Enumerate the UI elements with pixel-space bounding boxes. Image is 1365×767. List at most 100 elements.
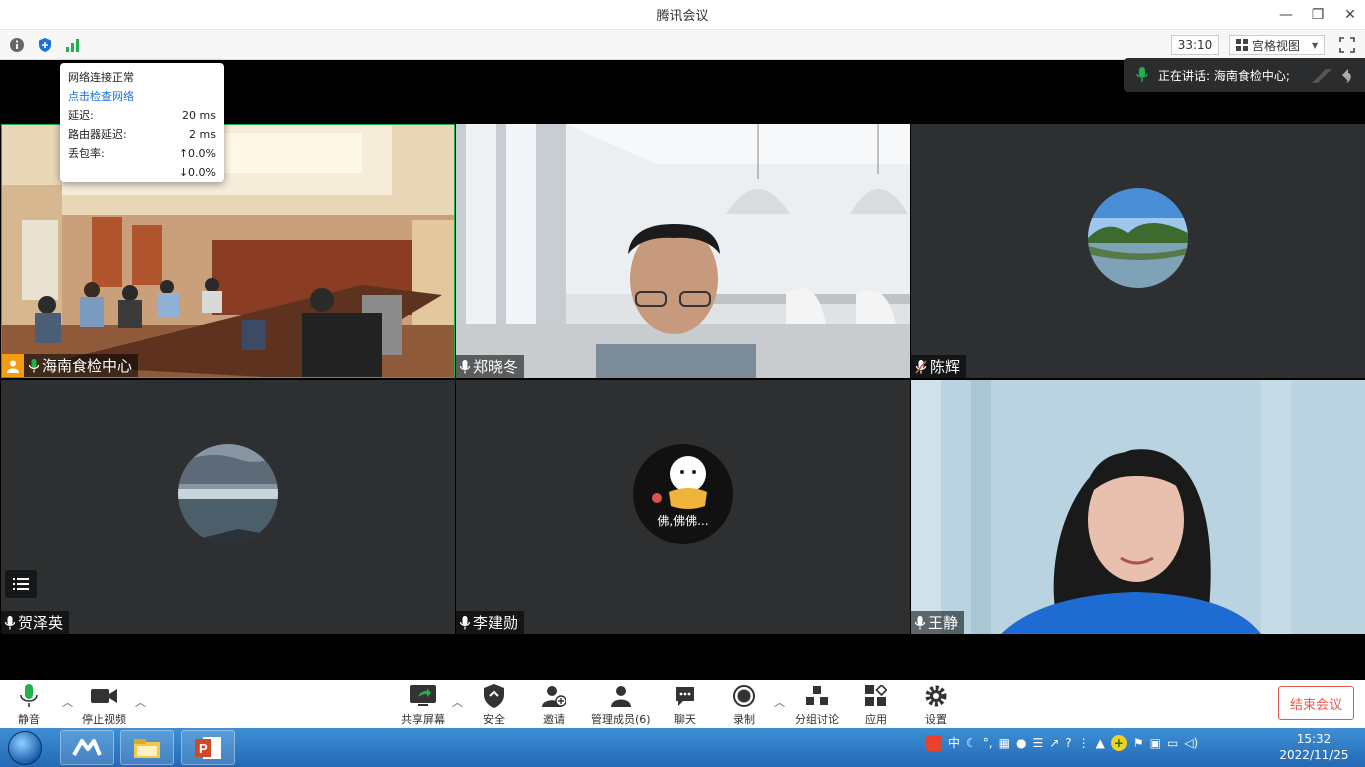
minimize-icon[interactable]: — xyxy=(1279,7,1293,23)
fullscreen-icon[interactable] xyxy=(1338,36,1356,54)
sogou-ime-icon[interactable] xyxy=(926,734,942,751)
close-icon[interactable]: ✕ xyxy=(1343,7,1357,23)
add-user-icon xyxy=(542,684,566,708)
share-options-chevron-icon[interactable]: ︿ xyxy=(452,694,463,710)
window-title: 腾讯会议 xyxy=(656,9,709,24)
members-icon xyxy=(610,684,632,708)
host-icon xyxy=(2,354,24,377)
powerpoint-taskbar-icon[interactable]: P xyxy=(181,730,235,765)
tray-settings-icon[interactable]: ⋮ xyxy=(1078,736,1090,750)
meeting-toolbar: 静音 ︿ 停止视频 ︿ 共享屏幕 ︿ 安全 邀请 管理成员(6) 聊天 录制 ︿… xyxy=(0,680,1365,728)
manage-members-button[interactable]: 管理成员(6) xyxy=(591,684,651,727)
network-status-tooltip: 网络连接正常 点击检查网络 延迟: 20 ms 路由器延迟: 2 ms 丢包率: ↑0… xyxy=(60,63,224,182)
router-latency-row: 路由器延迟: 2 ms xyxy=(68,128,216,141)
tencent-meeting-taskbar-icon[interactable] xyxy=(60,730,114,765)
start-button-icon[interactable] xyxy=(8,731,42,765)
video-options-chevron-icon[interactable]: ︿ xyxy=(135,694,146,710)
packet-loss-up-row: 丢包率: ↑0.0% xyxy=(68,147,216,160)
svg-text:P: P xyxy=(199,741,208,756)
restore-icon[interactable]: ❐ xyxy=(1311,7,1325,23)
participant-name-tag: 王静 xyxy=(911,611,965,634)
volume-icon[interactable]: ◁) xyxy=(1184,736,1198,750)
security-button[interactable]: 安全 xyxy=(483,684,505,727)
speaking-indicator: 正在讲话: 海南食检中心; xyxy=(1124,58,1365,92)
chevron-down-icon: ▼ xyxy=(1312,40,1319,50)
system-tray: 中 ☾ °, ▦ ● ☰ ↗ ? ⋮ ▲ + ⚑ ▣ ▭ ◁) xyxy=(926,734,1198,751)
microphone-icon xyxy=(20,684,38,708)
camera-icon xyxy=(91,684,117,708)
clock-time: 15:32 xyxy=(1296,732,1332,746)
gear-icon xyxy=(925,684,947,708)
avatar xyxy=(1088,188,1188,288)
video-tile-6[interactable]: 王静 xyxy=(911,380,1365,634)
video-tile-2[interactable]: 郑晓冬 xyxy=(456,124,910,378)
chat-icon xyxy=(674,684,696,708)
network-icon[interactable]: ▭ xyxy=(1167,736,1178,750)
info-icon[interactable] xyxy=(8,36,26,54)
punctuation-icon[interactable]: °, xyxy=(983,736,993,750)
check-network-link[interactable]: 点击检查网络 xyxy=(68,87,216,106)
microphone-icon xyxy=(915,615,925,629)
windows-taskbar: P 中 ☾ °, ▦ ● ☰ ↗ ? ⋮ ▲ + ⚑ ▣ ▭ ◁) 15:32 … xyxy=(0,728,1365,767)
microphone-icon xyxy=(1136,67,1148,82)
microphone-icon xyxy=(29,358,39,372)
participant-name-tag: 陈辉 xyxy=(911,355,967,378)
participant-video xyxy=(911,380,1365,634)
info-bar: 33:10 宫格视图 ▼ xyxy=(0,30,1365,60)
chat-button[interactable]: 聊天 xyxy=(674,684,696,727)
keyboard-icon[interactable]: ▦ xyxy=(999,736,1010,750)
breakout-rooms-button[interactable]: 分组讨论 xyxy=(795,684,839,727)
taskbar-clock[interactable]: 15:32 2022/11/25 xyxy=(1276,731,1352,763)
add-circle-icon[interactable]: + xyxy=(1110,734,1127,751)
share-screen-icon xyxy=(410,684,436,708)
window-controls: — ❐ ✕ xyxy=(1279,0,1357,30)
video-tile-4[interactable]: 贺泽英 xyxy=(1,380,455,634)
ime-language-indicator[interactable]: 中 xyxy=(948,734,960,751)
settings-button[interactable]: 设置 xyxy=(925,684,947,727)
audio-options-chevron-icon[interactable]: ︿ xyxy=(62,694,73,710)
title-bar: 腾讯会议 — ❐ ✕ xyxy=(0,0,1365,30)
device-icon[interactable]: ▣ xyxy=(1150,736,1161,750)
speaking-label: 正在讲话: 海南食检中心; xyxy=(1158,68,1290,83)
microphone-icon xyxy=(460,615,470,629)
external-link-icon[interactable]: ↗ xyxy=(1049,736,1059,750)
collapse-arrow-icon[interactable] xyxy=(1308,65,1352,85)
user-icon[interactable]: ● xyxy=(1016,736,1026,750)
show-hidden-icons-icon[interactable]: ▲ xyxy=(1096,736,1105,750)
stop-video-button[interactable]: 停止视频 xyxy=(82,684,126,727)
moon-icon[interactable]: ☾ xyxy=(966,736,977,750)
grid-view-icon xyxy=(1236,39,1248,51)
share-screen-button[interactable]: 共享屏幕 xyxy=(401,684,445,727)
microphone-icon xyxy=(5,615,15,629)
latency-row: 延迟: 20 ms xyxy=(68,109,216,122)
apps-button[interactable]: 应用 xyxy=(865,684,887,727)
record-icon xyxy=(733,684,755,708)
record-options-chevron-icon[interactable]: ︿ xyxy=(774,694,785,710)
security-center-icon[interactable]: ⚑ xyxy=(1133,736,1144,750)
menu-icon[interactable]: ☰ xyxy=(1032,736,1043,750)
invite-button[interactable]: 邀请 xyxy=(542,684,566,727)
participant-video xyxy=(456,124,910,378)
shield-icon xyxy=(484,684,504,708)
apps-icon xyxy=(865,684,887,708)
mute-button[interactable]: 静音 xyxy=(18,684,40,727)
participant-name-tag: 贺泽英 xyxy=(1,611,70,634)
help-icon[interactable]: ? xyxy=(1065,736,1071,750)
end-meeting-button[interactable]: 结束会议 xyxy=(1278,686,1354,720)
participant-name-tag: 郑晓冬 xyxy=(456,355,525,378)
participant-list-icon[interactable] xyxy=(5,570,37,598)
signal-icon[interactable] xyxy=(64,36,82,54)
participant-name-tag: 海南食检中心 xyxy=(2,354,139,377)
video-tile-5[interactable]: 佛,佛佛... 李建勋 xyxy=(456,380,910,634)
avatar-caption: 佛,佛佛... xyxy=(657,514,709,528)
meeting-timer: 33:10 xyxy=(1171,35,1219,55)
view-mode-button[interactable]: 宫格视图 ▼ xyxy=(1229,35,1325,55)
network-status-text: 网络连接正常 xyxy=(68,71,134,84)
meeting-window: 腾讯会议 — ❐ ✕ 33:10 宫格视图 ▼ 正在讲话: 海南食检中心; 网络… xyxy=(0,0,1365,767)
shield-icon[interactable] xyxy=(36,36,54,54)
file-explorer-taskbar-icon[interactable] xyxy=(120,730,174,765)
packet-loss-down-row: ↓0.0% xyxy=(178,166,216,179)
record-button[interactable]: 录制 xyxy=(733,684,755,727)
video-tile-3[interactable]: 陈辉 xyxy=(911,124,1365,378)
breakout-icon xyxy=(806,684,828,708)
